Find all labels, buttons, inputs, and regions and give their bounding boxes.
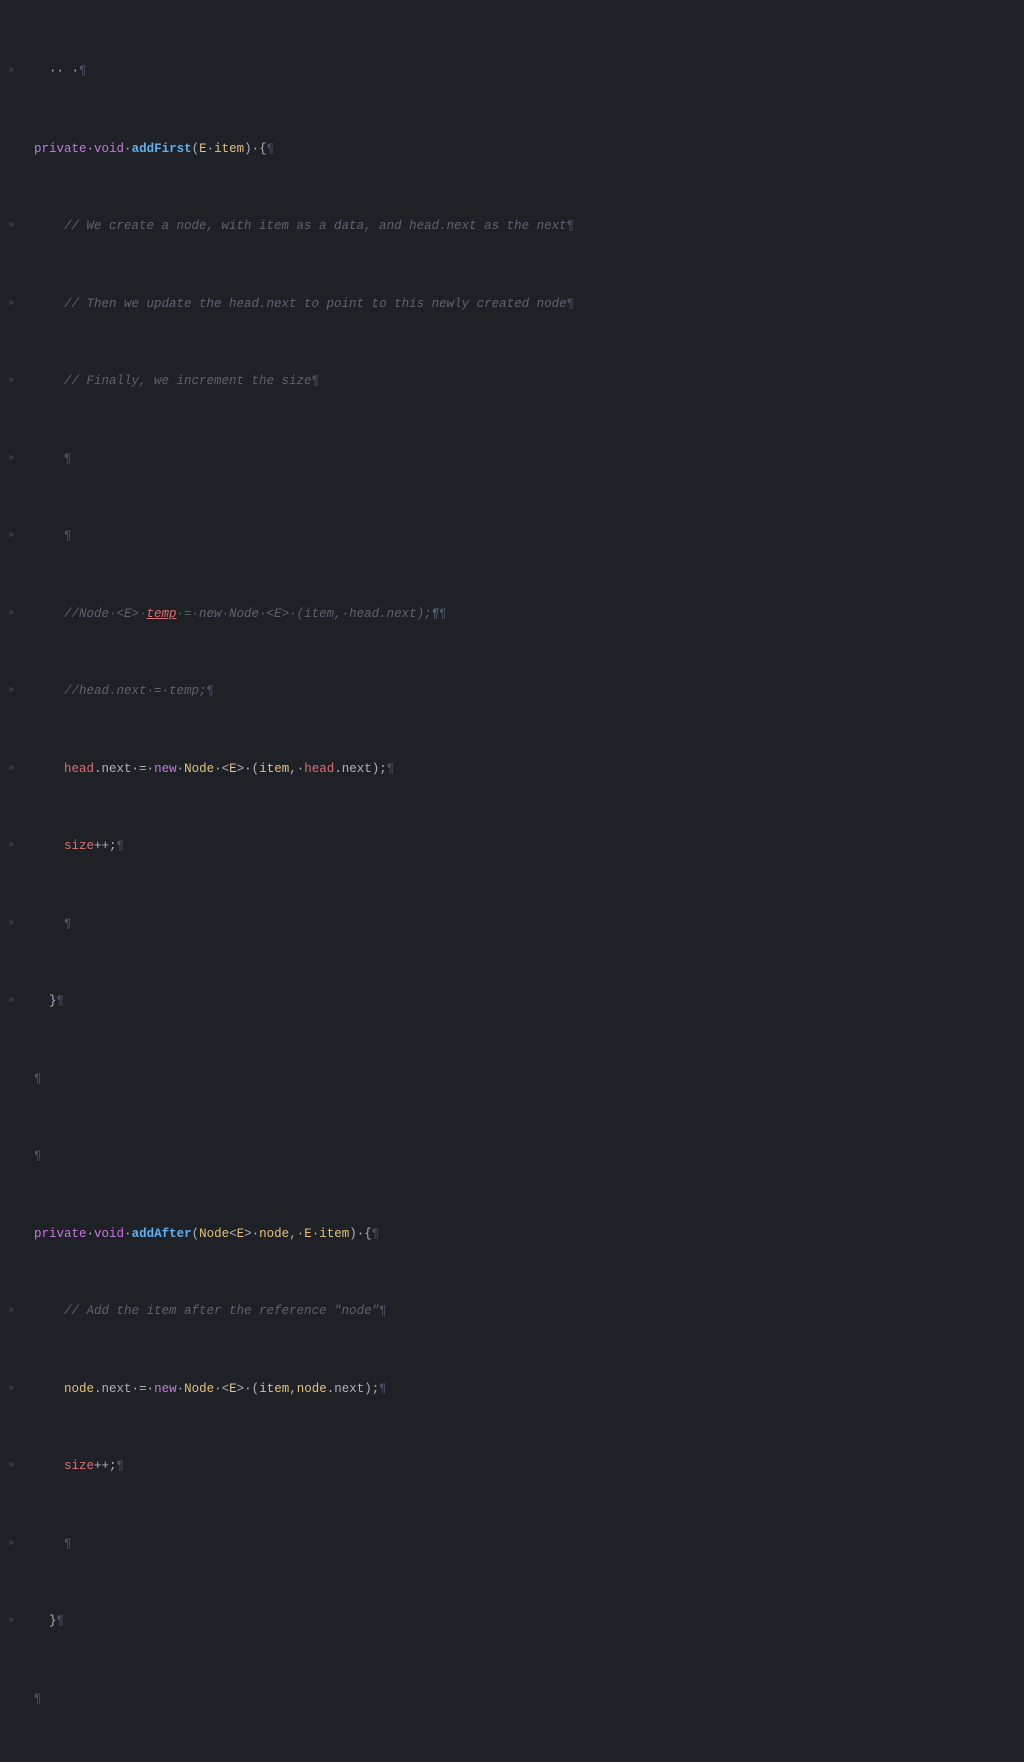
code-line: ¶ — [34, 527, 1016, 546]
code-line: ¶ — [34, 915, 1016, 934]
code-editor: » ·· ·¶ private·void·addFirst(E·item)·{¶… — [0, 0, 1024, 1762]
code-line: node.next·=·new·Node·<E>·(item,node.next… — [34, 1380, 1016, 1399]
gutter: » — [8, 217, 28, 234]
code-line: private·void·addAfter(Node<E>·node,·E·it… — [34, 1225, 1016, 1244]
gutter: » — [8, 1535, 28, 1552]
code-line: }¶ — [34, 1612, 1016, 1631]
line-row: ¶ — [0, 1690, 1024, 1709]
code-line: ¶ — [34, 1690, 1016, 1709]
line-row: » // Then we update the head.next to poi… — [0, 295, 1024, 314]
code-line: size++;¶ — [34, 837, 1016, 856]
line-row: » // We create a node, with item as a da… — [0, 217, 1024, 236]
gutter: » — [8, 605, 28, 622]
code-line: // Then we update the head.next to point… — [34, 295, 1016, 314]
line-row: » //Node·<E>·temp·=·new·Node·<E>·(item,·… — [0, 605, 1024, 624]
line-row: » size++;¶ — [0, 837, 1024, 856]
code-line: ·· ·¶ — [34, 62, 1016, 81]
gutter: » — [8, 915, 28, 932]
code-line: //Node·<E>·temp·=·new·Node·<E>·(item,·he… — [34, 605, 1016, 624]
line-row: private·void·addFirst(E·item)·{¶ — [0, 140, 1024, 159]
gutter: » — [8, 1380, 28, 1397]
gutter: » — [8, 527, 28, 544]
line-row: » }¶ — [0, 1612, 1024, 1631]
line-row: » }¶ — [0, 992, 1024, 1011]
gutter — [8, 1147, 28, 1148]
gutter — [8, 1070, 28, 1071]
line-row: » node.next·=·new·Node·<E>·(item,node.ne… — [0, 1380, 1024, 1399]
line-row: » head.next·=·new·Node·<E>·(item,·head.n… — [0, 760, 1024, 779]
line-row: private·void·addAfter(Node<E>·node,·E·it… — [0, 1225, 1024, 1244]
code-line: ¶ — [34, 450, 1016, 469]
line-row: » ¶ — [0, 915, 1024, 934]
code-line: head.next·=·new·Node·<E>·(item,·head.nex… — [34, 760, 1016, 779]
code-line: size++;¶ — [34, 1457, 1016, 1476]
line-row: » // Add the item after the reference "n… — [0, 1302, 1024, 1321]
code-line: ¶ — [34, 1535, 1016, 1554]
code-line: //head.next·=·temp;¶ — [34, 682, 1016, 701]
line-row: » // Finally, we increment the size¶ — [0, 372, 1024, 391]
gutter — [8, 1225, 28, 1226]
line-row: » //head.next·=·temp;¶ — [0, 682, 1024, 701]
gutter: » — [8, 372, 28, 389]
line-row: ¶ — [0, 1070, 1024, 1089]
code-line: // We create a node, with item as a data… — [34, 217, 1016, 236]
gutter: » — [8, 837, 28, 854]
gutter: » — [8, 295, 28, 312]
code-line: ¶ — [34, 1070, 1016, 1089]
gutter: » — [8, 450, 28, 467]
line-row: » ·· ·¶ — [0, 62, 1024, 81]
code-line: }¶ — [34, 992, 1016, 1011]
gutter: » — [8, 992, 28, 1009]
line-row: » ¶ — [0, 527, 1024, 546]
gutter: » — [8, 682, 28, 699]
line-row: » ¶ — [0, 450, 1024, 469]
code-line: // Finally, we increment the size¶ — [34, 372, 1016, 391]
gutter: » — [8, 1302, 28, 1319]
code-line: ¶ — [34, 1147, 1016, 1166]
line-row: » ¶ — [0, 1535, 1024, 1554]
gutter: » — [8, 1457, 28, 1474]
gutter: » — [8, 62, 28, 79]
code-line: // Add the item after the reference "nod… — [34, 1302, 1016, 1321]
code-line: private·void·addFirst(E·item)·{¶ — [34, 140, 1016, 159]
line-row: ¶ — [0, 1147, 1024, 1166]
gutter — [8, 1690, 28, 1691]
gutter: » — [8, 760, 28, 777]
line-row: » size++;¶ — [0, 1457, 1024, 1476]
gutter — [8, 140, 28, 141]
gutter: » — [8, 1612, 28, 1629]
